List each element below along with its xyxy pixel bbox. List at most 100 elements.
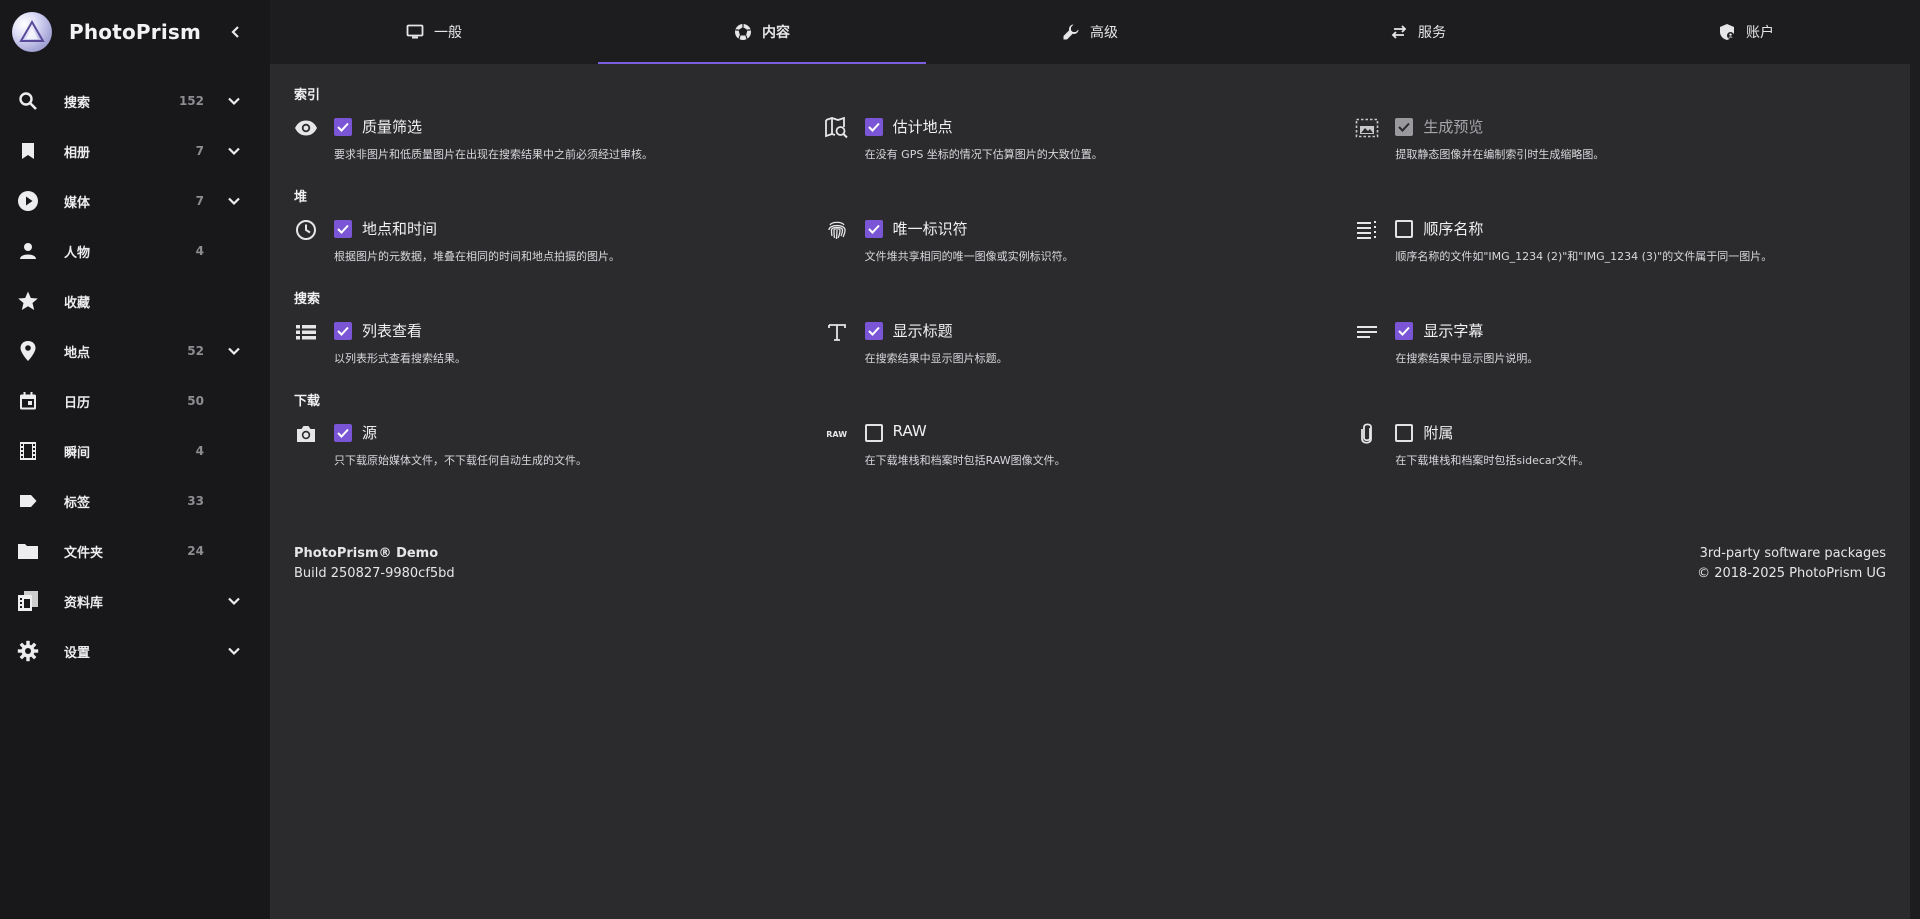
option-show-titles: 显示标题 在搜索结果中显示图片标题。 <box>825 316 1356 376</box>
camera-icon <box>294 422 318 446</box>
copyright: © 2018-2025 PhotoPrism UG <box>1697 566 1886 581</box>
sidebar-item-label: 收藏 <box>64 295 91 311</box>
checkbox-unchecked[interactable] <box>1395 220 1414 238</box>
checkbox-checked[interactable] <box>334 322 352 340</box>
sidebar-item-library[interactable]: 资料库 <box>0 576 270 626</box>
sidebar-item-label: 文件夹 <box>64 545 104 561</box>
tab-general[interactable]: 一般 <box>270 0 598 64</box>
tab-label: 内容 <box>762 25 790 41</box>
sidebar-item-media[interactable]: 媒体 7 <box>0 176 270 226</box>
star-icon <box>16 289 40 313</box>
chevron-down-icon[interactable] <box>222 589 246 613</box>
footer: PhotoPrism® Demo Build 250827-9980cf5bd … <box>294 544 1886 584</box>
sidebar-item-count: 50 <box>187 394 204 408</box>
checkbox-checked[interactable] <box>864 220 883 238</box>
option-description: 只下载原始媒体文件，不下载任何自动生成的文件。 <box>334 454 587 467</box>
person-icon <box>16 239 40 263</box>
sidebar-item-count: 24 <box>187 544 204 558</box>
section-title: 下载 <box>294 394 321 409</box>
aperture-icon <box>734 23 752 41</box>
sidebar-item-search[interactable]: 搜索 152 <box>0 76 270 126</box>
tab-label: 账户 <box>1746 25 1774 41</box>
paperclip-icon <box>1355 422 1379 446</box>
sidebar-item-favorites[interactable]: 收藏 <box>0 276 270 326</box>
sidebar-item-label: 媒体 <box>64 195 91 211</box>
option-label[interactable]: 质量筛选 <box>362 116 422 137</box>
option-label[interactable]: 显示标题 <box>893 320 953 341</box>
sync-arrows-icon <box>1390 23 1408 41</box>
chevron-down-icon[interactable] <box>222 139 246 163</box>
sidebar-item-count: 152 <box>178 94 204 108</box>
sidebar-item-count: 33 <box>187 494 204 508</box>
option-description: 在搜索结果中显示图片说明。 <box>1395 352 1539 365</box>
checkbox-checked[interactable] <box>334 118 352 136</box>
tab-advanced[interactable]: 高级 <box>926 0 1254 64</box>
option-label[interactable]: 顺序名称 <box>1423 218 1483 239</box>
chevron-down-icon[interactable] <box>222 339 246 363</box>
option-sequential-name: 顺序名称 顺序名称的文件如"IMG_1234 (2)"和"IMG_1234 (3… <box>1355 214 1886 274</box>
chevron-down-icon[interactable] <box>222 639 246 663</box>
sidebar-item-albums[interactable]: 相册 7 <box>0 126 270 176</box>
checkbox-unchecked[interactable] <box>1395 424 1414 442</box>
checkbox-checked[interactable] <box>334 424 352 442</box>
section-search: 搜索 列表查看 以列表形式查看搜索结果。 显示标题 在搜索结果中显示图片标题。 <box>294 290 1886 376</box>
chevron-down-icon[interactable] <box>222 89 246 113</box>
sidebar-item-places[interactable]: 地点 52 <box>0 326 270 376</box>
option-label[interactable]: 附属 <box>1423 422 1453 443</box>
checkbox-checked-disabled[interactable] <box>1395 118 1414 136</box>
brand: PhotoPrism <box>0 0 270 64</box>
option-label[interactable]: 显示字幕 <box>1423 320 1483 341</box>
tab-label: 高级 <box>1090 25 1118 41</box>
option-label[interactable]: 生成预览 <box>1423 116 1483 137</box>
collapse-sidebar-icon[interactable] <box>224 20 248 44</box>
option-label[interactable]: RAW <box>893 422 927 440</box>
monitor-icon <box>406 23 424 41</box>
tab-account[interactable]: 账户 <box>1582 0 1910 64</box>
sidebar-item-label: 设置 <box>64 645 91 661</box>
checkbox-unchecked[interactable] <box>864 424 883 442</box>
text-title-icon <box>825 320 849 344</box>
third-party-packages-link[interactable]: 3rd-party software packages <box>1697 544 1886 564</box>
chevron-down-icon[interactable] <box>222 189 246 213</box>
sidebar-item-count: 4 <box>195 444 204 458</box>
view-list-icon <box>294 320 318 344</box>
gear-icon <box>16 639 40 663</box>
eye-icon <box>294 116 318 140</box>
bookmark-icon <box>16 139 40 163</box>
footer-legal: 3rd-party software packages © 2018-2025 … <box>1697 544 1886 584</box>
sidebar-item-label: 资料库 <box>64 595 104 611</box>
folder-icon <box>16 539 40 563</box>
sidebar-item-label: 日历 <box>64 395 91 411</box>
play-circle-icon <box>16 189 40 213</box>
tab-content[interactable]: 内容 <box>598 0 926 64</box>
option-description: 在搜索结果中显示图片标题。 <box>864 352 1008 365</box>
option-label[interactable]: 地点和时间 <box>362 218 437 239</box>
sidebar-item-calendar[interactable]: 日历 50 <box>0 376 270 426</box>
option-description: 以列表形式查看搜索结果。 <box>334 352 466 365</box>
option-label[interactable]: 估计地点 <box>893 116 953 137</box>
option-originals: 源 只下载原始媒体文件，不下载任何自动生成的文件。 <box>294 418 825 478</box>
tab-label: 服务 <box>1418 25 1446 41</box>
option-label[interactable]: 列表查看 <box>362 320 422 341</box>
sidebar-item-folders[interactable]: 文件夹 24 <box>0 526 270 576</box>
tab-services[interactable]: 服务 <box>1254 0 1582 64</box>
sidebar-item-labels[interactable]: 标签 33 <box>0 476 270 526</box>
footer-build-info: PhotoPrism® Demo Build 250827-9980cf5bd <box>294 544 455 584</box>
options-row: 质量筛选 要求非图片和低质量图片在出现在搜索结果中之前必须经过审核。 估计地点 … <box>294 112 1886 172</box>
checkbox-checked[interactable] <box>1395 322 1414 340</box>
checkbox-checked[interactable] <box>864 322 883 340</box>
sidebar-item-settings[interactable]: 设置 <box>0 626 270 676</box>
sidebar-item-people[interactable]: 人物 4 <box>0 226 270 276</box>
option-label[interactable]: 唯一标识符 <box>893 218 968 239</box>
raw-icon: RAW <box>826 429 848 439</box>
checkbox-checked[interactable] <box>864 118 883 136</box>
build-version: Build 250827-9980cf5bd <box>294 566 455 581</box>
sidebar-item-label: 瞬间 <box>64 445 91 461</box>
app-name: PhotoPrism <box>69 20 202 44</box>
checkbox-checked[interactable] <box>334 220 352 238</box>
option-description: 在下载堆栈和档案时包括sidecar文件。 <box>1395 454 1590 467</box>
photoprism-logo-icon[interactable] <box>12 12 52 52</box>
scrollbar[interactable] <box>1910 0 1920 919</box>
option-label[interactable]: 源 <box>362 422 377 443</box>
sidebar-item-moments[interactable]: 瞬间 4 <box>0 426 270 476</box>
